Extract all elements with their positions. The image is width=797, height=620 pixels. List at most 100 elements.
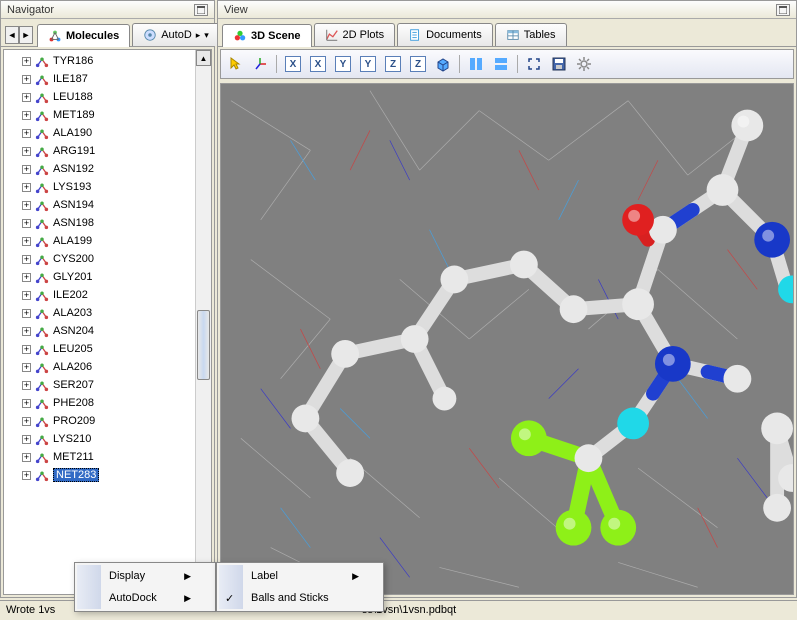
axis-y-button[interactable]: Y	[332, 53, 354, 75]
residue-row[interactable]: +ARG191	[4, 142, 211, 160]
residue-row[interactable]: +ASN204	[4, 322, 211, 340]
expand-icon[interactable]: +	[22, 219, 31, 228]
layout-a-button[interactable]	[465, 53, 487, 75]
scrollbar-thumb[interactable]	[197, 310, 210, 380]
residue-row[interactable]: +ASN194	[4, 196, 211, 214]
residue-row[interactable]: +PRO209	[4, 412, 211, 430]
expand-icon[interactable]: +	[22, 399, 31, 408]
residue-row[interactable]: +ASN198	[4, 214, 211, 232]
residue-row[interactable]: +ALA203	[4, 304, 211, 322]
residue-icon	[35, 72, 49, 86]
layout-b-button[interactable]	[490, 53, 512, 75]
axis-y-button[interactable]: Y	[357, 53, 379, 75]
expand-icon[interactable]: +	[22, 471, 31, 480]
axes-tool-button[interactable]	[249, 53, 271, 75]
residue-icon	[35, 216, 49, 230]
tab-3d-scene[interactable]: 3D Scene	[222, 24, 312, 47]
residue-row[interactable]: +SER207	[4, 376, 211, 394]
expand-icon[interactable]: +	[22, 381, 31, 390]
tables-icon	[506, 28, 520, 42]
tab-molecules[interactable]: Molecules	[37, 24, 130, 47]
residue-row[interactable]: +ILE202	[4, 286, 211, 304]
fullscreen-button[interactable]	[523, 53, 545, 75]
expand-icon[interactable]: +	[22, 183, 31, 192]
expand-icon[interactable]: +	[22, 201, 31, 210]
tab-scroll-left-button[interactable]: ◄	[5, 26, 19, 44]
axis-x-button[interactable]: X	[282, 53, 304, 75]
residue-icon	[35, 180, 49, 194]
residue-row[interactable]: +ALA199	[4, 232, 211, 250]
residue-label: LYS210	[53, 433, 91, 445]
residue-row[interactable]: +GLY201	[4, 268, 211, 286]
tab-2d-plots[interactable]: 2D Plots	[314, 23, 396, 46]
residue-row[interactable]: + MET211	[4, 448, 211, 466]
residue-row[interactable]: + LYS210	[4, 430, 211, 448]
residue-icon	[35, 324, 49, 338]
menu-item-display-label: Display	[109, 570, 145, 582]
expand-icon[interactable]: +	[22, 327, 31, 336]
axis-z-button[interactable]: Z	[407, 53, 429, 75]
residue-row[interactable]: +ASN192	[4, 160, 211, 178]
context-menu-display-submenu: Label ▶ ✓ Balls and Sticks	[216, 562, 384, 612]
expand-icon[interactable]: +	[22, 75, 31, 84]
scrollbar-track[interactable]: ▲ ▼	[195, 50, 211, 594]
expand-icon[interactable]: +	[22, 345, 31, 354]
scrollbar-up-button[interactable]: ▲	[196, 50, 211, 66]
residue-row[interactable]: +ALA190	[4, 124, 211, 142]
tab-tables[interactable]: Tables	[495, 23, 567, 46]
expand-icon[interactable]: +	[22, 309, 31, 318]
scene-icon	[233, 29, 247, 43]
residue-label: MET211	[53, 451, 94, 463]
residue-icon	[35, 234, 49, 248]
expand-icon[interactable]: +	[22, 111, 31, 120]
menu-item-balls-sticks-label: Balls and Sticks	[251, 592, 329, 604]
expand-icon[interactable]: +	[22, 363, 31, 372]
residue-row[interactable]: +LYS193	[4, 178, 211, 196]
expand-icon[interactable]: +	[22, 453, 31, 462]
navigator-panel: Navigator ◄ ► Molecules AutoD ▸ ▾ +TYR18…	[0, 0, 215, 598]
view-minimize-button[interactable]	[776, 4, 790, 16]
tab-autodock[interactable]: AutoD ▸ ▾	[132, 23, 220, 46]
residue-row[interactable]: +PHE208	[4, 394, 211, 412]
expand-icon[interactable]: +	[22, 255, 31, 264]
expand-icon[interactable]: +	[22, 57, 31, 66]
menu-item-balls-and-sticks[interactable]: ✓ Balls and Sticks	[219, 587, 381, 609]
axis-x-button[interactable]: X	[307, 53, 329, 75]
expand-icon[interactable]: +	[22, 165, 31, 174]
residue-row[interactable]: +TYR186	[4, 52, 211, 70]
expand-icon[interactable]: +	[22, 237, 31, 246]
residue-row[interactable]: +ILE187	[4, 70, 211, 88]
cube-view-button[interactable]	[432, 53, 454, 75]
expand-icon[interactable]: +	[22, 435, 31, 444]
menu-item-display[interactable]: Display ▶	[77, 565, 213, 587]
expand-icon[interactable]: +	[22, 291, 31, 300]
residue-label: CYS200	[53, 253, 94, 265]
residue-row[interactable]: +ALA206	[4, 358, 211, 376]
axis-z-button[interactable]: Z	[382, 53, 404, 75]
expand-icon[interactable]: +	[22, 147, 31, 156]
residue-row[interactable]: +NET283	[4, 466, 211, 484]
chevron-down-icon: ▾	[204, 30, 209, 41]
select-tool-button[interactable]	[224, 53, 246, 75]
axis-label: X	[310, 56, 326, 72]
tab-scroll-right-button[interactable]: ►	[19, 26, 33, 44]
save-button[interactable]	[548, 53, 570, 75]
residue-icon	[35, 90, 49, 104]
residue-icon	[35, 108, 49, 122]
menu-item-label[interactable]: Label ▶	[219, 565, 381, 587]
residue-row[interactable]: +MET189	[4, 106, 211, 124]
expand-icon[interactable]: +	[22, 129, 31, 138]
3d-viewport[interactable]	[220, 83, 794, 595]
tab-documents[interactable]: Documents	[397, 23, 493, 46]
residue-row[interactable]: +LEU188	[4, 88, 211, 106]
expand-icon[interactable]: +	[22, 93, 31, 102]
expand-icon[interactable]: +	[22, 273, 31, 282]
expand-icon[interactable]: +	[22, 417, 31, 426]
residue-tree[interactable]: +TYR186+ILE187+LEU188+MET189+ALA190+ARG1…	[3, 49, 212, 595]
menu-item-autodock[interactable]: AutoDock ▶	[77, 587, 213, 609]
navigator-minimize-button[interactable]	[194, 4, 208, 16]
residue-icon	[35, 342, 49, 356]
residue-row[interactable]: +LEU205	[4, 340, 211, 358]
residue-row[interactable]: + CYS200	[4, 250, 211, 268]
settings-button[interactable]	[573, 53, 595, 75]
